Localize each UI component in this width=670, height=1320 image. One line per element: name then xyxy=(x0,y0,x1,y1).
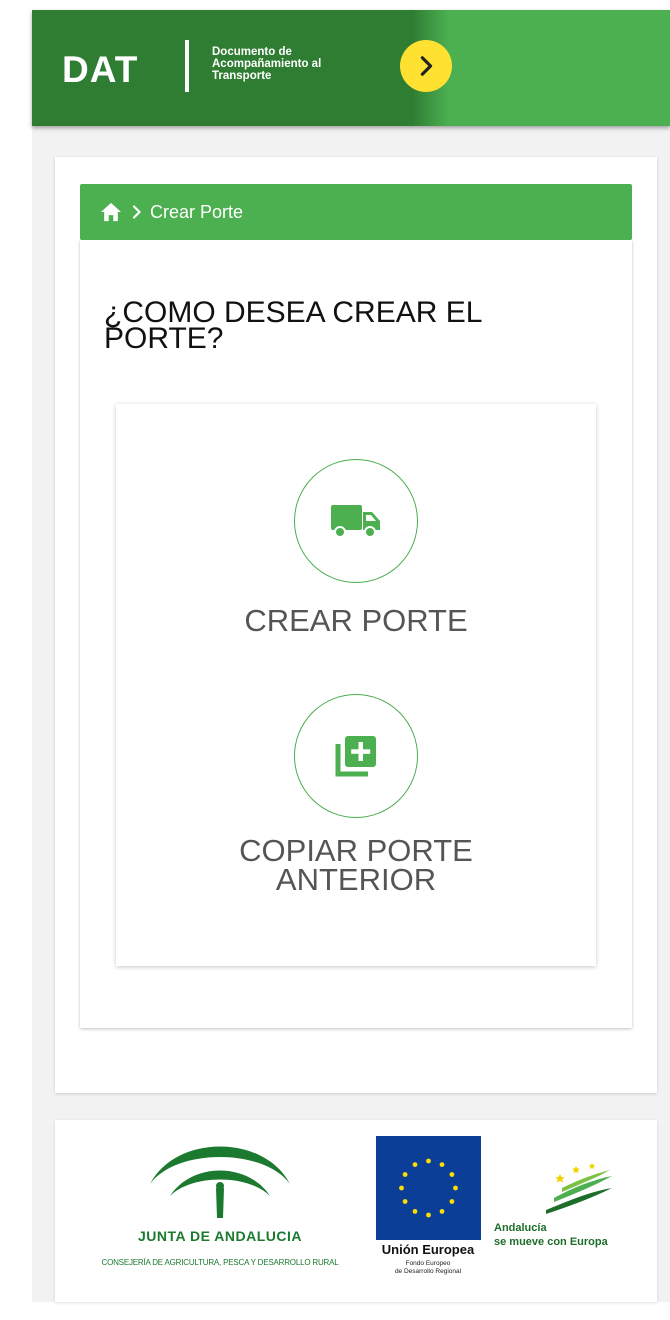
eu-fund-line-1: Fondo Europeo xyxy=(405,1260,451,1267)
create-porte-circle[interactable] xyxy=(294,459,418,583)
create-porte-option[interactable]: CREAR PORTE xyxy=(116,459,596,639)
home-icon[interactable] xyxy=(100,202,122,222)
copy-add-icon xyxy=(335,736,376,777)
junta-department: CONSEJERÍA DE AGRICULTURA, PESCA Y DESAR… xyxy=(101,1258,339,1267)
dat-logo: DAT xyxy=(62,49,139,90)
truck-icon xyxy=(331,505,380,538)
junta-name: JUNTA DE ANDALUCIA xyxy=(137,1228,303,1244)
chevron-right-icon xyxy=(132,205,141,219)
breadcrumb: Crear Porte xyxy=(80,184,632,240)
eu-fund-line-2: de Desarrollo Regional xyxy=(394,1268,462,1275)
copy-porte-label-line-2: ANTERIOR xyxy=(275,862,437,897)
logo-divider xyxy=(185,40,189,92)
logo-subtitle: Documento de Acompañamiento al Transport… xyxy=(212,46,392,82)
junta-andalucia-logo xyxy=(150,1146,290,1218)
eu-stars-icon xyxy=(399,1158,458,1218)
logo-subtitle-line-2: Acompañamiento al xyxy=(212,58,322,70)
eu-name: Unión Europea xyxy=(381,1242,475,1257)
menu-toggle-button[interactable] xyxy=(400,40,452,92)
copy-porte-circle[interactable] xyxy=(294,694,418,818)
question-line-2: PORTE? xyxy=(104,322,224,355)
andalucia-text-2: se mueve con Europa xyxy=(494,1236,608,1248)
app-header: DAT Documento de Acompañamiento al Trans… xyxy=(32,10,670,126)
copy-porte-label: COPIAR PORTE ANTERIOR xyxy=(116,833,596,897)
copy-porte-option[interactable]: COPIAR PORTE ANTERIOR xyxy=(116,694,596,897)
create-porte-label: CREAR PORTE xyxy=(244,603,468,638)
andalucia-europa-logo xyxy=(546,1163,612,1214)
page-question: ¿COMO DESEA CREAR EL PORTE? xyxy=(104,298,564,355)
eu-fund: Fondo Europeo de Desarrollo Regional xyxy=(368,1260,488,1276)
breadcrumb-current: Crear Porte xyxy=(150,201,244,222)
chevron-right-icon xyxy=(420,56,433,76)
andalucia-text-1: Andalucía xyxy=(494,1222,547,1234)
logo-subtitle-line-1: Documento de xyxy=(212,46,292,58)
logo-subtitle-line-3: Transporte xyxy=(212,70,272,82)
copy-porte-label-line-1: COPIAR PORTE xyxy=(239,833,473,868)
eu-flag-logo xyxy=(376,1136,481,1240)
